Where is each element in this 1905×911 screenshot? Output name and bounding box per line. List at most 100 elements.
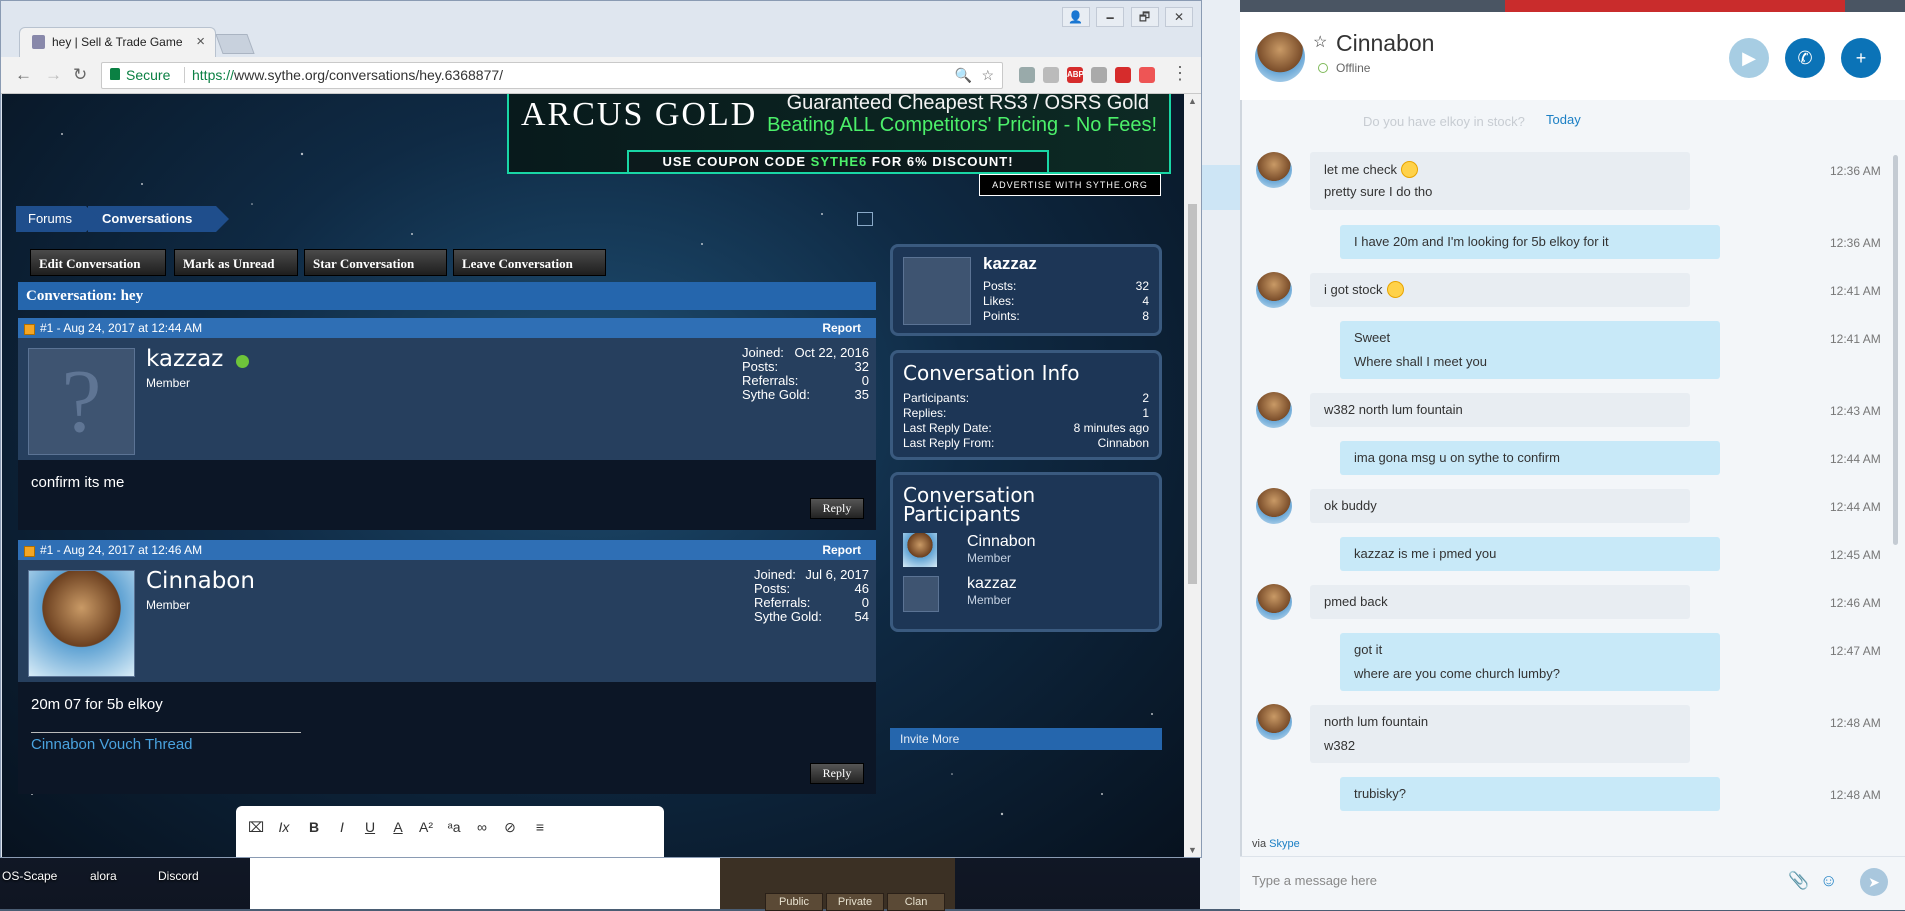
- extension-icon[interactable]: [1043, 67, 1059, 83]
- message-avatar[interactable]: [1256, 704, 1292, 740]
- url-text: https://www.sythe.org/conversations/hey.…: [192, 67, 503, 83]
- message-avatar[interactable]: [1256, 392, 1292, 428]
- participant-avatar[interactable]: [903, 533, 937, 567]
- emoji-icon[interactable]: ☺: [1820, 871, 1837, 891]
- pdf-extension-icon[interactable]: [1091, 67, 1107, 83]
- reply-button[interactable]: Reply: [810, 763, 864, 784]
- scroll-down-icon[interactable]: ▼: [1188, 845, 1197, 855]
- video-call-button[interactable]: ▶: [1729, 38, 1769, 78]
- message-outgoing[interactable]: I have 20m and I'm looking for 5b elkoy …: [1340, 225, 1720, 259]
- message-input[interactable]: Type a message here: [1252, 873, 1377, 888]
- game-tab-public[interactable]: Public: [765, 893, 823, 911]
- edit-conversation-button[interactable]: Edit Conversation: [30, 249, 166, 276]
- breadcrumb-conversations[interactable]: Conversations: [88, 206, 229, 232]
- message-incoming[interactable]: ok buddy: [1310, 489, 1690, 523]
- message-avatar[interactable]: [1256, 488, 1292, 524]
- back-button[interactable]: ←: [15, 65, 32, 85]
- send-button[interactable]: ➤: [1860, 868, 1888, 896]
- participant-name[interactable]: Cinnabon: [967, 533, 1036, 551]
- message-avatar[interactable]: [1256, 272, 1292, 308]
- minimize-button[interactable]: 🗕: [1096, 7, 1125, 27]
- message-incoming[interactable]: let me check pretty sure I do tho: [1310, 152, 1690, 210]
- info-value[interactable]: Cinnabon: [1098, 436, 1149, 450]
- favorite-star-icon[interactable]: ☆: [1313, 32, 1327, 52]
- camera-extension-icon[interactable]: [1139, 67, 1155, 83]
- scrollbar-thumb[interactable]: [1188, 204, 1197, 584]
- contact-avatar[interactable]: [1255, 32, 1305, 82]
- desktop-icon-discord[interactable]: Discord: [158, 869, 199, 883]
- bold-icon[interactable]: B: [306, 819, 322, 835]
- italic-icon[interactable]: I: [334, 819, 350, 835]
- bookmark-star-icon[interactable]: ☆: [981, 67, 994, 84]
- align-icon[interactable]: ≡: [532, 819, 548, 835]
- clear-format-icon[interactable]: Ix: [276, 819, 292, 835]
- font-color-icon[interactable]: A: [390, 819, 406, 835]
- source-icon[interactable]: ⌧: [248, 819, 264, 836]
- star-conversation-button[interactable]: Star Conversation: [304, 249, 447, 276]
- message-permalink[interactable]: #1 - Aug 24, 2017 at 12:46 AM: [40, 540, 202, 560]
- report-link[interactable]: Report: [822, 540, 861, 560]
- contact-name[interactable]: Cinnabon: [1336, 30, 1434, 57]
- page-scrollbar[interactable]: ▲ ▼: [1184, 94, 1201, 857]
- address-bar[interactable]: Secure https://www.sythe.org/conversatio…: [101, 62, 1003, 89]
- user-profile-button[interactable]: 👤: [1061, 7, 1090, 27]
- message-incoming[interactable]: north lum fountain w382: [1310, 705, 1690, 763]
- link-icon[interactable]: ∞: [474, 819, 490, 835]
- sidebar-avatar[interactable]: [903, 257, 971, 325]
- username[interactable]: Cinnabon: [146, 568, 255, 594]
- username[interactable]: kazzaz: [146, 346, 223, 372]
- zoom-icon[interactable]: 🔍: [955, 67, 972, 84]
- message-avatar[interactable]: [1256, 152, 1292, 188]
- red-extension-icon[interactable]: [1115, 67, 1131, 83]
- skype-extension-icon[interactable]: [1019, 67, 1035, 83]
- message-outgoing[interactable]: kazzaz is me i pmed you: [1340, 537, 1720, 571]
- desktop-icon-osscape[interactable]: OS-Scape: [2, 869, 57, 883]
- adblock-icon[interactable]: ABP: [1067, 67, 1084, 83]
- font-family-icon[interactable]: ᵃa: [446, 819, 462, 835]
- advertise-link[interactable]: ADVERTISE WITH SYTHE.ORG: [979, 174, 1161, 196]
- skype-link[interactable]: Skype: [1269, 838, 1300, 850]
- reply-button[interactable]: Reply: [810, 498, 864, 519]
- report-link[interactable]: Report: [822, 318, 861, 338]
- breadcrumb-forums[interactable]: Forums: [16, 206, 99, 232]
- reload-button[interactable]: ↻: [73, 65, 87, 85]
- font-size-icon[interactable]: A²: [418, 819, 434, 835]
- chat-scrollbar[interactable]: [1893, 155, 1898, 545]
- desktop-icon-alora[interactable]: alora: [90, 869, 117, 883]
- message-incoming[interactable]: w382 north lum fountain: [1310, 393, 1690, 427]
- message-avatar[interactable]: [1256, 584, 1292, 620]
- popout-icon[interactable]: [857, 212, 873, 226]
- audio-call-button[interactable]: ✆: [1785, 38, 1825, 78]
- unlink-icon[interactable]: ⊘: [502, 819, 518, 836]
- message-outgoing[interactable]: Sweet Where shall I meet you: [1340, 321, 1720, 379]
- message-outgoing[interactable]: got it where are you come church lumby?: [1340, 633, 1720, 691]
- browser-tab[interactable]: hey | Sell & Trade Game ×: [19, 27, 216, 58]
- signature-link[interactable]: Cinnabon Vouch Thread: [31, 736, 193, 753]
- game-tab-private[interactable]: Private: [826, 893, 884, 911]
- forward-button[interactable]: →: [45, 65, 62, 85]
- maximize-button[interactable]: 🗗: [1130, 7, 1159, 27]
- game-tab-clan[interactable]: Clan: [887, 893, 945, 911]
- scroll-up-icon[interactable]: ▲: [1188, 96, 1197, 106]
- leave-conversation-button[interactable]: Leave Conversation: [453, 249, 606, 276]
- attach-file-icon[interactable]: 📎: [1788, 871, 1809, 891]
- sidebar-username[interactable]: kazzaz: [983, 254, 1037, 274]
- ad-banner[interactable]: ARCUS GOLD Guaranteed Cheapest RS3 / OSR…: [507, 94, 1171, 174]
- close-window-button[interactable]: ✕: [1165, 7, 1193, 27]
- message-outgoing[interactable]: ima gona msg u on sythe to confirm: [1340, 441, 1720, 475]
- message-incoming[interactable]: i got stock: [1310, 273, 1690, 307]
- participant-avatar[interactable]: [903, 576, 939, 612]
- browser-menu-icon[interactable]: ⋮: [1171, 63, 1189, 84]
- underline-icon[interactable]: U: [362, 819, 378, 835]
- invite-more-link[interactable]: Invite More: [890, 728, 1162, 750]
- message-incoming[interactable]: pmed back: [1310, 585, 1690, 619]
- participant-name[interactable]: kazzaz: [967, 575, 1017, 593]
- message-outgoing[interactable]: trubisky?: [1340, 777, 1720, 811]
- tab-close-icon[interactable]: ×: [196, 33, 205, 50]
- new-tab-button[interactable]: [215, 34, 255, 54]
- avatar[interactable]: [28, 570, 135, 677]
- mark-unread-button[interactable]: Mark as Unread: [174, 249, 298, 276]
- avatar[interactable]: ?: [28, 348, 135, 455]
- add-people-button[interactable]: +: [1841, 38, 1881, 78]
- message-permalink[interactable]: #1 - Aug 24, 2017 at 12:44 AM: [40, 318, 202, 338]
